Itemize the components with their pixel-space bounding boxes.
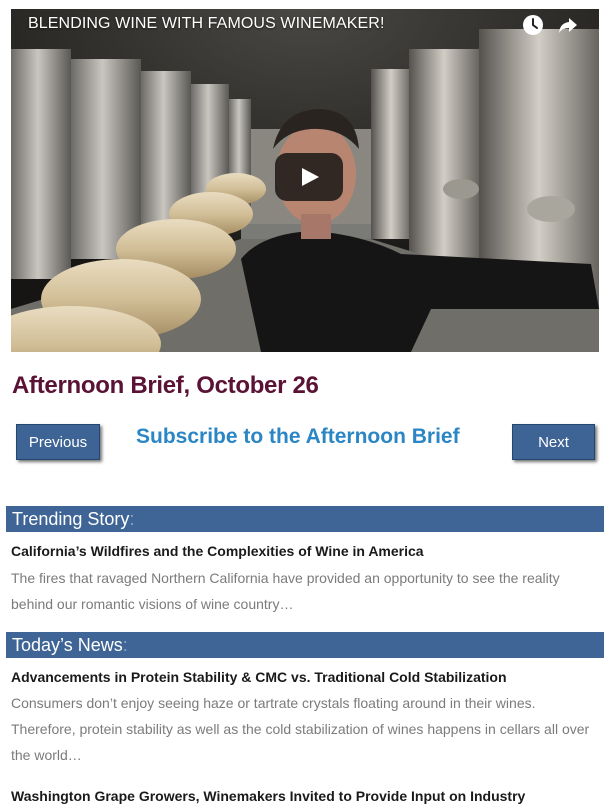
trending-heading: Trending Story [12,509,130,529]
page-title: Afternoon Brief, October 26 [12,372,319,399]
news-section-header: Today’s News: [6,632,604,658]
trending-section-header: Trending Story: [6,506,604,532]
news-story-summary: Consumers don’t enjoy seeing haze or tar… [11,695,590,763]
video-title: BLENDING WINE WITH FAMOUS WINEMAKER! [28,15,385,32]
trending-story-summary: The fires that ravaged Northern Californ… [11,570,560,612]
trending-heading-colon: : [129,509,135,529]
play-icon[interactable] [275,153,343,201]
subscribe-link[interactable]: Subscribe to the Afternoon Brief [136,425,460,449]
news-story-headline[interactable]: Washington Grape Growers, Winemakers Inv… [11,788,525,804]
trending-story-headline[interactable]: California’s Wildfires and the Complexit… [11,543,424,559]
video-player[interactable]: BLENDING WINE WITH FAMOUS WINEMAKER! [11,9,599,352]
news-story-headline[interactable]: Advancements in Protein Stability & CMC … [11,669,507,685]
news-heading: Today’s News [12,635,123,655]
news-heading-colon: : [122,635,128,655]
clock-icon[interactable] [522,14,544,36]
share-icon[interactable] [557,14,579,36]
next-button[interactable]: Next [512,424,595,460]
previous-button[interactable]: Previous [16,424,100,460]
